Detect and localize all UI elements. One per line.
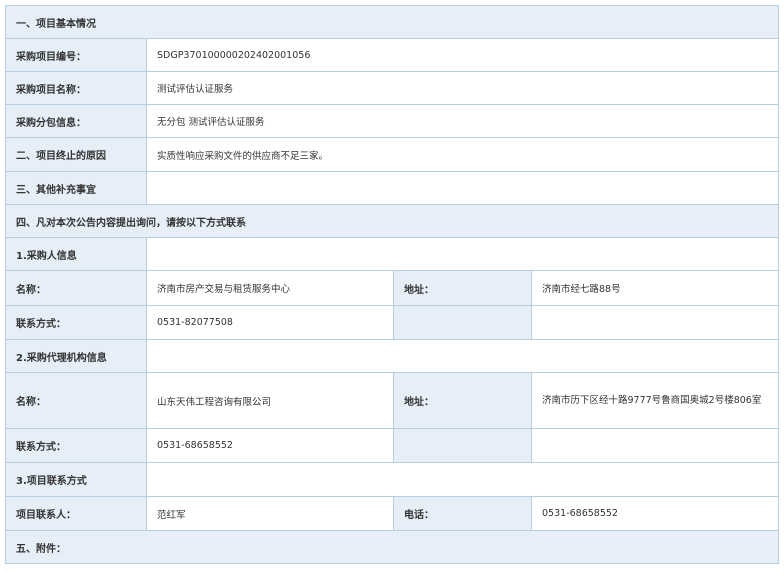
purchaser-title-row: 1.采购人信息 xyxy=(6,238,779,271)
purchaser-phone-label: 联系方式： xyxy=(6,306,147,339)
project-code-value: SDGP370100000202402001056 xyxy=(147,39,779,71)
agency-address-label: 地址： xyxy=(394,373,532,428)
other-matters-value xyxy=(147,172,779,204)
agency-phone-value: 0531-68658552 xyxy=(147,429,394,462)
project-package-row: 采购分包信息： 无分包 测试评估认证服务 xyxy=(6,105,779,138)
project-package-label: 采购分包信息： xyxy=(6,105,147,137)
section-basic-row: 一、项目基本情况 xyxy=(6,6,779,39)
agency-blank-label xyxy=(394,429,532,462)
project-contact-person-label: 项目联系人： xyxy=(6,497,147,530)
project-name-label: 采购项目名称： xyxy=(6,72,147,104)
purchaser-phone-row: 联系方式： 0531-82077508 xyxy=(6,306,779,340)
other-matters-row: 三、其他补充事宜 xyxy=(6,172,779,205)
purchaser-name-label: 名称： xyxy=(6,271,147,305)
section-attachments-row: 五、附件： xyxy=(6,531,779,564)
purchaser-address-value: 济南市经七路88号 xyxy=(532,271,779,305)
purchaser-phone-value: 0531-82077508 xyxy=(147,306,394,339)
termination-reason-row: 二、项目终止的原因 实质性响应采购文件的供应商不足三家。 xyxy=(6,138,779,172)
agency-title: 2.采购代理机构信息 xyxy=(6,340,147,372)
purchaser-name-value: 济南市房产交易与租赁服务中心 xyxy=(147,271,394,305)
project-name-value: 测试评估认证服务 xyxy=(147,72,779,104)
termination-reason-label: 二、项目终止的原因 xyxy=(6,138,147,171)
agency-title-blank xyxy=(147,340,779,372)
project-package-value: 无分包 测试评估认证服务 xyxy=(147,105,779,137)
project-contact-phone-value: 0531-68658552 xyxy=(532,497,779,530)
agency-phone-label: 联系方式： xyxy=(6,429,147,462)
purchaser-name-row: 名称： 济南市房产交易与租赁服务中心 地址： 济南市经七路88号 xyxy=(6,271,779,306)
agency-name-row: 名称： 山东天伟工程咨询有限公司 地址： 济南市历下区经十路9777号鲁商国奥城… xyxy=(6,373,779,429)
agency-address-value: 济南市历下区经十路9777号鲁商国奥城2号楼806室 xyxy=(532,373,779,428)
notice-table: 一、项目基本情况 采购项目编号： SDGP3701000002024020010… xyxy=(5,5,779,564)
project-contact-title-blank xyxy=(147,463,779,496)
termination-reason-value: 实质性响应采购文件的供应商不足三家。 xyxy=(147,138,779,171)
section-contact-row: 四、凡对本次公告内容提出询问，请按以下方式联系 xyxy=(6,205,779,238)
agency-name-value: 山东天伟工程咨询有限公司 xyxy=(147,373,394,428)
project-name-row: 采购项目名称： 测试评估认证服务 xyxy=(6,72,779,105)
purchaser-blank-label xyxy=(394,306,532,339)
project-contact-phone-label: 电话： xyxy=(394,497,532,530)
purchaser-address-label: 地址： xyxy=(394,271,532,305)
agency-phone-row: 联系方式： 0531-68658552 xyxy=(6,429,779,463)
agency-title-row: 2.采购代理机构信息 xyxy=(6,340,779,373)
project-contact-title: 3.项目联系方式 xyxy=(6,463,147,496)
agency-name-label: 名称： xyxy=(6,373,147,428)
project-contact-row: 项目联系人： 范红军 电话： 0531-68658552 xyxy=(6,497,779,531)
purchaser-title-blank xyxy=(147,238,779,270)
project-contact-title-row: 3.项目联系方式 xyxy=(6,463,779,497)
purchaser-blank-value xyxy=(532,306,779,339)
project-code-row: 采购项目编号： SDGP370100000202402001056 xyxy=(6,39,779,72)
project-code-label: 采购项目编号： xyxy=(6,39,147,71)
section-contact-title: 四、凡对本次公告内容提出询问，请按以下方式联系 xyxy=(6,205,779,237)
section-attachments-title: 五、附件： xyxy=(6,531,779,563)
project-contact-person-value: 范红军 xyxy=(147,497,394,530)
section-basic-title: 一、项目基本情况 xyxy=(6,6,779,38)
other-matters-label: 三、其他补充事宜 xyxy=(6,172,147,204)
agency-blank-value xyxy=(532,429,779,462)
purchaser-title: 1.采购人信息 xyxy=(6,238,147,270)
